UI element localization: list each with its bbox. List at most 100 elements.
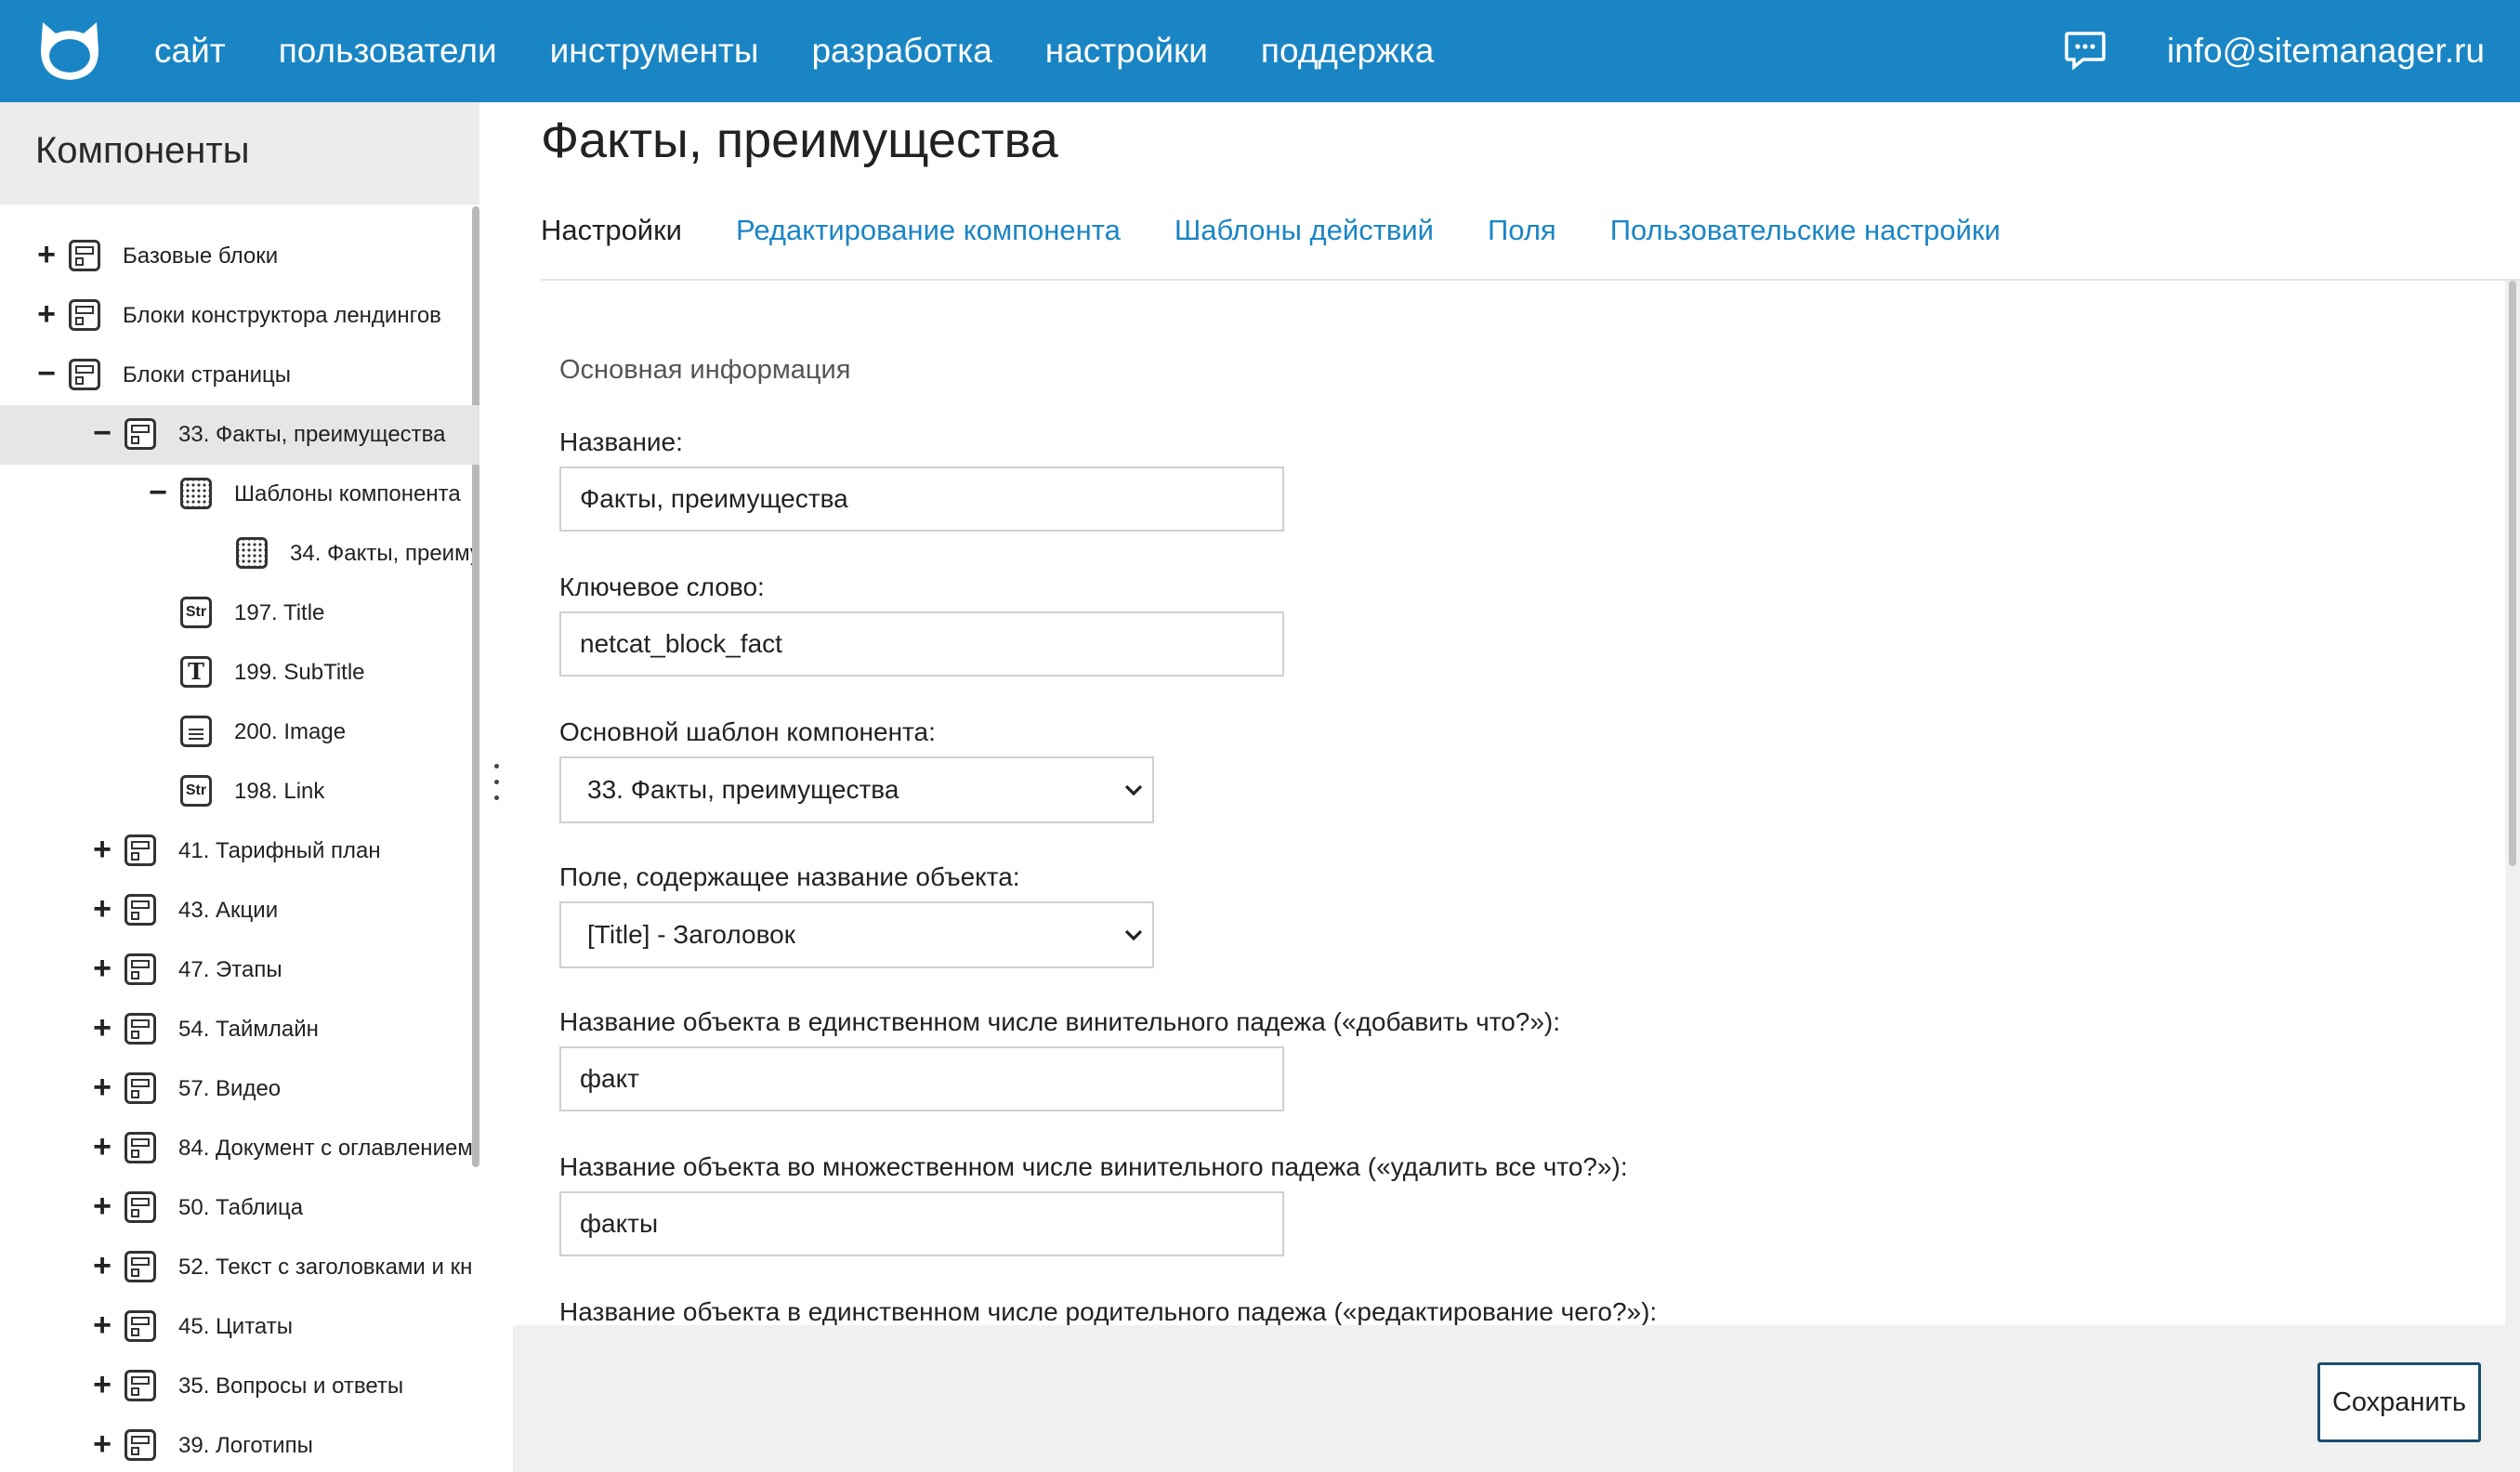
block-component-icon <box>125 1310 156 1342</box>
keyword-input[interactable]: netcat_block_fact <box>559 611 1284 677</box>
expand-icon[interactable]: + <box>89 831 115 868</box>
save-button[interactable]: Сохранить <box>2317 1362 2481 1442</box>
tree-item[interactable]: +54. Таймлайн <box>0 1000 472 1059</box>
block-component-icon <box>125 1072 156 1104</box>
main-nav: сайт пользователи инструменты разработка… <box>154 0 1487 102</box>
tree-item[interactable]: Str 197. Title <box>0 584 472 643</box>
tree-item[interactable]: + Базовые блоки <box>0 227 472 286</box>
nav-users[interactable]: пользователи <box>279 32 497 71</box>
nav-development[interactable]: разработка <box>811 32 991 71</box>
tree-item-label: 33. Факты, преимущества <box>178 422 446 447</box>
block-component-icon <box>125 1132 156 1163</box>
expand-icon[interactable]: + <box>89 1069 115 1106</box>
tab-bar: Настройки Редактирование компонента Шабл… <box>541 204 2054 283</box>
expand-icon[interactable]: + <box>89 1426 115 1463</box>
tree-item[interactable]: +35. Вопросы и ответы <box>0 1357 472 1416</box>
expand-icon[interactable]: + <box>89 1009 115 1046</box>
tree-item[interactable]: +84. Документ с оглавлением <box>0 1119 472 1178</box>
tree-item[interactable]: +43. Акции <box>0 881 472 940</box>
title-field-select[interactable]: [Title] - Заголовок <box>559 901 1154 968</box>
tree-item-label: 41. Тарифный план <box>178 838 381 863</box>
block-component-icon <box>125 894 156 926</box>
tree-item[interactable]: − Блоки страницы <box>0 346 472 405</box>
tree-item[interactable]: + Блоки конструктора лендингов <box>0 286 472 346</box>
expand-icon[interactable]: + <box>33 296 59 333</box>
tree-item-label: 50. Таблица <box>178 1195 304 1220</box>
expand-icon[interactable]: + <box>89 1247 115 1284</box>
tree-item[interactable]: Str 198. Link <box>0 762 472 821</box>
nav-tools[interactable]: инструменты <box>550 32 759 71</box>
tab-user-settings[interactable]: Пользовательские настройки <box>1610 204 2001 279</box>
block-component-icon <box>125 1251 156 1282</box>
tree-item[interactable]: +57. Видео <box>0 1059 472 1119</box>
tree-item-label: Блоки конструктора лендингов <box>123 303 441 328</box>
tree-item[interactable]: +47. Этапы <box>0 940 472 1000</box>
tree-item[interactable]: − 33. Факты, преимущества <box>0 405 479 465</box>
tree-item[interactable]: +52. Текст с заголовками и кно <box>0 1238 472 1297</box>
collapse-icon[interactable]: − <box>33 355 59 392</box>
acc-singular-label: Название объекта в единственном числе ви… <box>559 1007 1561 1036</box>
nav-settings[interactable]: настройки <box>1045 32 1208 71</box>
panel-splitter-handle[interactable] <box>492 764 502 810</box>
main-template-label: Основной шаблон компонента: <box>559 717 936 746</box>
tab-settings[interactable]: Настройки <box>541 204 683 283</box>
cat-logo-icon[interactable] <box>35 17 104 85</box>
acc-singular-input[interactable]: факт <box>559 1046 1284 1111</box>
block-component-icon <box>125 1191 156 1223</box>
section-title: Основная информация <box>559 355 851 385</box>
tree-item-label: 84. Документ с оглавлением <box>178 1136 472 1161</box>
block-component-icon <box>125 953 156 985</box>
tree-item-label: 197. Title <box>234 600 325 625</box>
expand-icon[interactable]: + <box>89 890 115 927</box>
block-component-icon <box>125 1429 156 1461</box>
sidebar-title: Компоненты <box>35 130 250 171</box>
expand-icon[interactable]: + <box>89 950 115 987</box>
tree-item[interactable]: +45. Цитаты <box>0 1297 472 1357</box>
main-template-select[interactable]: 33. Факты, преимущества <box>559 756 1154 823</box>
sidebar-header: Компоненты <box>0 102 479 204</box>
expand-icon[interactable]: + <box>89 1188 115 1225</box>
tab-edit-component[interactable]: Редактирование компонента <box>736 204 1121 279</box>
name-input[interactable]: Факты, преимущества <box>559 467 1284 532</box>
tree-item[interactable]: − Шаблоны компонента <box>0 465 472 524</box>
tree-item-label: 198. Link <box>234 779 325 804</box>
keyword-label: Ключевое слово: <box>559 572 765 601</box>
nav-site[interactable]: сайт <box>154 32 226 71</box>
block-component-icon <box>125 1013 156 1045</box>
block-component-icon <box>69 359 100 390</box>
tree-item[interactable]: 200. Image <box>0 703 472 762</box>
tree-item[interactable]: 34. Факты, преиму <box>0 524 472 584</box>
expand-icon[interactable]: + <box>89 1128 115 1165</box>
tree-item-label: 45. Цитаты <box>178 1314 293 1339</box>
sidebar-scrollbar[interactable] <box>472 206 479 1167</box>
title-field-label: Поле, содержащее название объекта: <box>559 862 1020 891</box>
tree-item-label: 54. Таймлайн <box>178 1017 319 1042</box>
acc-plural-input[interactable]: факты <box>559 1191 1284 1256</box>
expand-icon[interactable]: + <box>33 236 59 273</box>
page-title: Факты, преимущества <box>541 112 1058 168</box>
tree-item[interactable]: +41. Тарифный план <box>0 821 472 881</box>
main-scrollbar[interactable] <box>2509 281 2516 866</box>
gen-singular-label: Название объекта в единственном числе ро… <box>559 1297 1658 1325</box>
dotted-component-icon <box>236 537 268 569</box>
collapse-icon[interactable]: − <box>89 414 115 452</box>
nav-support[interactable]: поддержка <box>1261 32 1434 71</box>
tree-item[interactable]: +50. Таблица <box>0 1178 472 1238</box>
main-template-value: 33. Факты, преимущества <box>587 775 899 804</box>
tree-item-label: Блоки страницы <box>123 362 292 388</box>
chevron-down-icon <box>1124 784 1143 796</box>
tree-item[interactable]: +39. Логотипы <box>0 1416 472 1472</box>
tab-fields[interactable]: Поля <box>1488 204 1556 279</box>
tree-item-label: 52. Текст с заголовками и кно <box>178 1255 472 1280</box>
expand-icon[interactable]: + <box>89 1366 115 1403</box>
tab-action-templates[interactable]: Шаблоны действий <box>1175 204 1434 279</box>
title-field-value: [Title] - Заголовок <box>587 920 795 949</box>
tree-item-label: Базовые блоки <box>123 243 279 269</box>
tree-item-label: 39. Логотипы <box>178 1433 313 1458</box>
expand-icon[interactable]: + <box>89 1307 115 1344</box>
tree-item[interactable]: T 199. SubTitle <box>0 643 472 703</box>
tree-item-label: 43. Акции <box>178 898 279 923</box>
collapse-icon[interactable]: − <box>145 474 171 511</box>
chat-icon[interactable] <box>2063 28 2107 72</box>
user-email-link[interactable]: info@sitemanager.ru <box>2167 0 2485 102</box>
